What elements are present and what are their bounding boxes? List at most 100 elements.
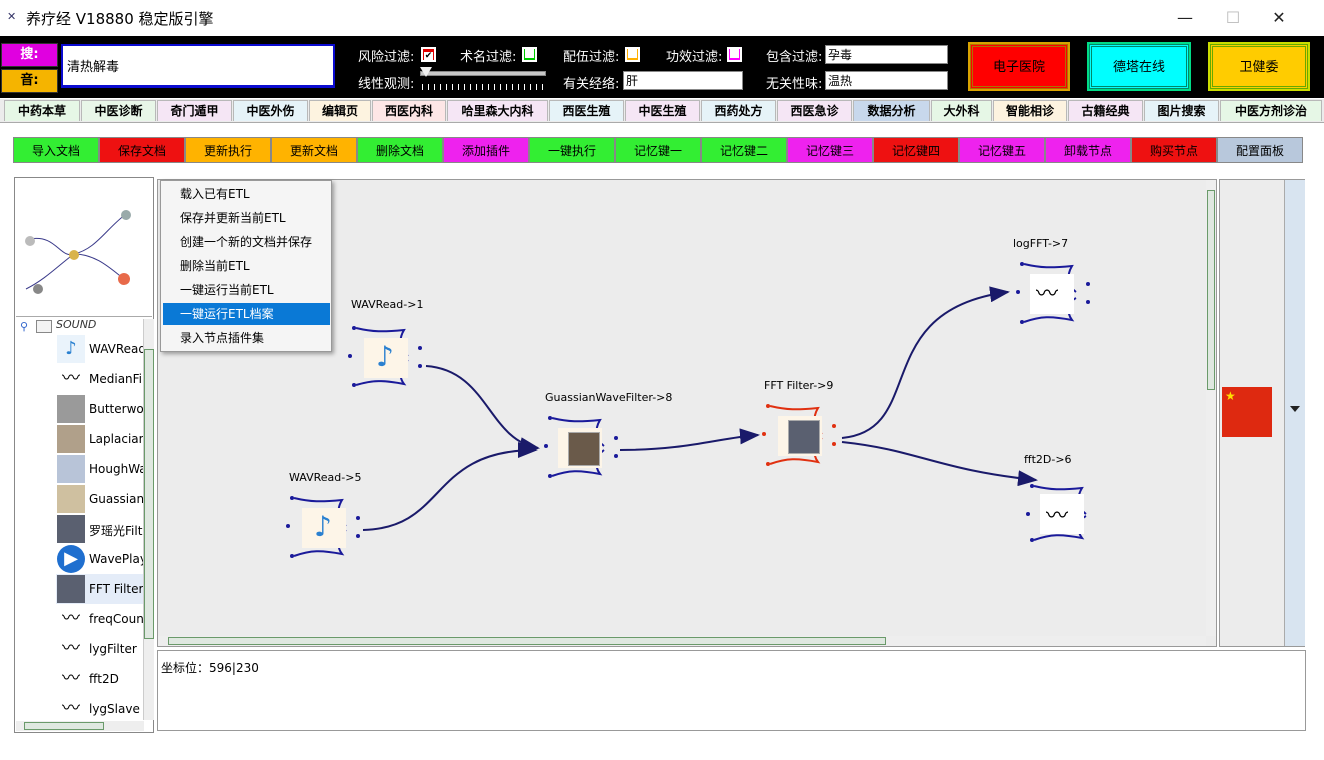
tree-item[interactable]: 〰 lygFilter: [56, 634, 144, 664]
tab-xiangzhen[interactable]: 智能相诊: [993, 100, 1067, 121]
effect-filter-checkbox[interactable]: [727, 47, 742, 62]
search-input[interactable]: 清热解毒: [61, 44, 335, 88]
tab-data-analysis[interactable]: 数据分析: [853, 100, 930, 121]
tree-item[interactable]: ♪ WAVRead: [56, 334, 144, 364]
tab-zhongyao[interactable]: 中药本草: [4, 100, 80, 121]
one-click-run-button[interactable]: 一键执行: [529, 137, 615, 163]
window-title: 养疗经 V18880 稳定版引擎: [26, 10, 214, 28]
menu-item-run-current-etl[interactable]: 一键运行当前ETL: [163, 279, 330, 301]
tab-xiyi-nei[interactable]: 西医内科: [372, 100, 446, 121]
tree-horizontal-scrollbar[interactable]: [16, 721, 144, 731]
save-doc-button[interactable]: 保存文档: [99, 137, 185, 163]
waveform-icon: 〰: [57, 605, 85, 633]
chevron-down-icon[interactable]: [1290, 406, 1300, 412]
risk-filter-label: 风险过滤:: [358, 50, 415, 65]
add-plugin-button[interactable]: 添加插件: [443, 137, 529, 163]
tree-item[interactable]: Butterwor: [56, 394, 144, 424]
memory-key-1-button[interactable]: 记忆键一: [615, 137, 701, 163]
slider-thumb[interactable]: [420, 67, 432, 77]
mini-map[interactable]: [16, 179, 152, 317]
meridian-label: 有关经络:: [563, 77, 620, 92]
node-label[interactable]: WAVRead->1: [351, 298, 423, 311]
health-commission-button[interactable]: 卫健委: [1208, 42, 1310, 91]
config-panel-button[interactable]: 配置面板: [1217, 137, 1303, 163]
music-note-icon[interactable]: ♪: [314, 510, 332, 543]
buy-node-button[interactable]: 购买节点: [1131, 137, 1217, 163]
tree-item[interactable]: 〰 fft2D: [56, 664, 144, 694]
tree-root-label[interactable]: SOUND: [56, 318, 96, 331]
tab-qimen[interactable]: 奇门遁甲: [157, 100, 232, 121]
e-hospital-button[interactable]: 电子医院: [968, 42, 1070, 91]
menu-item-save-update-etl[interactable]: 保存并更新当前ETL: [163, 207, 330, 229]
tab-xiyi-shengzhi[interactable]: 西医生殖: [549, 100, 624, 121]
tree-item[interactable]: 〰 lygSlave: [56, 694, 144, 724]
tab-edit[interactable]: 编辑页: [309, 100, 371, 121]
tree-item[interactable]: 〰 freqCoun: [56, 604, 144, 634]
right-panel: ★: [1219, 179, 1305, 647]
tree-item[interactable]: Guassian: [56, 484, 144, 514]
risk-filter-checkbox[interactable]: ✔: [421, 47, 436, 62]
slider-ticks: [422, 84, 546, 90]
nature-input[interactable]: 温热: [825, 71, 948, 90]
tab-classics[interactable]: 古籍经典: [1068, 100, 1143, 121]
tab-image-search[interactable]: 图片搜索: [1144, 100, 1219, 121]
memory-key-5-button[interactable]: 记忆键五: [959, 137, 1045, 163]
import-doc-button[interactable]: 导入文档: [13, 137, 99, 163]
tree-item[interactable]: HoughWa: [56, 454, 144, 484]
dropdown-panel[interactable]: [1284, 180, 1305, 646]
portrait-icon[interactable]: [788, 420, 820, 454]
linear-observe-label: 线性观测:: [358, 77, 415, 92]
waveform-icon[interactable]: 〰: [1036, 276, 1058, 308]
menu-item-delete-etl[interactable]: 删除当前ETL: [163, 255, 330, 277]
waveform-icon: 〰: [57, 665, 85, 693]
menu-item-create-new-doc[interactable]: 创建一个新的文档并保存: [163, 231, 330, 253]
update-doc-button[interactable]: 更新文档: [271, 137, 357, 163]
tab-zhongyi-shengzhi[interactable]: 中医生殖: [625, 100, 700, 121]
tree-expand-icon[interactable]: ⚲: [20, 320, 28, 333]
tab-xiyao[interactable]: 西药处方: [701, 100, 776, 121]
tree-item[interactable]: 罗瑶光Filt: [56, 514, 144, 544]
waveform-icon: [57, 455, 85, 483]
delete-doc-button[interactable]: 删除文档: [357, 137, 443, 163]
compat-filter-checkbox[interactable]: [625, 47, 640, 62]
tab-harrison[interactable]: 哈里森大内科: [447, 100, 548, 121]
node-label[interactable]: WAVRead->5: [289, 471, 361, 484]
contains-filter-input[interactable]: 孕毒: [825, 45, 948, 64]
tab-xiyi-jizhen[interactable]: 西医急诊: [777, 100, 852, 121]
tab-zhongyi-diag[interactable]: 中医诊断: [81, 100, 156, 121]
tree-item[interactable]: ▶ WavePlay: [56, 544, 144, 574]
tree-item[interactable]: Laplacian: [56, 424, 144, 454]
node-label[interactable]: fft2D->6: [1024, 453, 1072, 466]
menu-item-load-etl[interactable]: 载入已有ETL: [163, 183, 330, 205]
menu-item-add-plugin-set[interactable]: 录入节点插件集: [163, 327, 330, 349]
tab-zhongyi-wai[interactable]: 中医外伤: [233, 100, 308, 121]
tree-item-label: WavePlay: [89, 552, 144, 566]
memory-key-3-button[interactable]: 记忆键三: [787, 137, 873, 163]
term-filter-checkbox[interactable]: [522, 47, 537, 62]
node-label[interactable]: GuassianWaveFilter->8: [545, 391, 672, 404]
node-label[interactable]: FFT Filter->9: [764, 379, 833, 392]
online-button[interactable]: 德塔在线: [1087, 42, 1191, 91]
tab-dawaike[interactable]: 大外科: [931, 100, 992, 121]
canvas-vertical-scrollbar[interactable]: [1206, 180, 1216, 636]
linear-observe-slider[interactable]: [420, 71, 546, 76]
update-run-button[interactable]: 更新执行: [185, 137, 271, 163]
maximize-button[interactable]: ☐: [1210, 4, 1256, 32]
node-label[interactable]: logFFT->7: [1013, 237, 1068, 250]
tree-item-label: lygFilter: [89, 642, 137, 656]
waveform-icon[interactable]: 〰: [1046, 498, 1068, 530]
unload-node-button[interactable]: 卸载节点: [1045, 137, 1131, 163]
menu-item-run-etl-archive[interactable]: 一键运行ETL档案: [163, 303, 330, 325]
minimize-button[interactable]: —: [1162, 4, 1208, 32]
tab-fangji[interactable]: 中医方剂诊治: [1220, 100, 1322, 121]
tree-item[interactable]: FFT Filter: [56, 574, 144, 604]
canvas-horizontal-scrollbar[interactable]: [158, 636, 1206, 646]
meridian-input[interactable]: 肝: [623, 71, 743, 90]
memory-key-2-button[interactable]: 记忆键二: [701, 137, 787, 163]
portrait-icon[interactable]: [568, 432, 600, 466]
tree-vertical-scrollbar[interactable]: [143, 319, 154, 720]
memory-key-4-button[interactable]: 记忆键四: [873, 137, 959, 163]
tree-item[interactable]: 〰 MedianFil: [56, 364, 144, 394]
music-note-icon[interactable]: ♪: [376, 340, 394, 373]
close-button[interactable]: ✕: [1256, 4, 1302, 32]
